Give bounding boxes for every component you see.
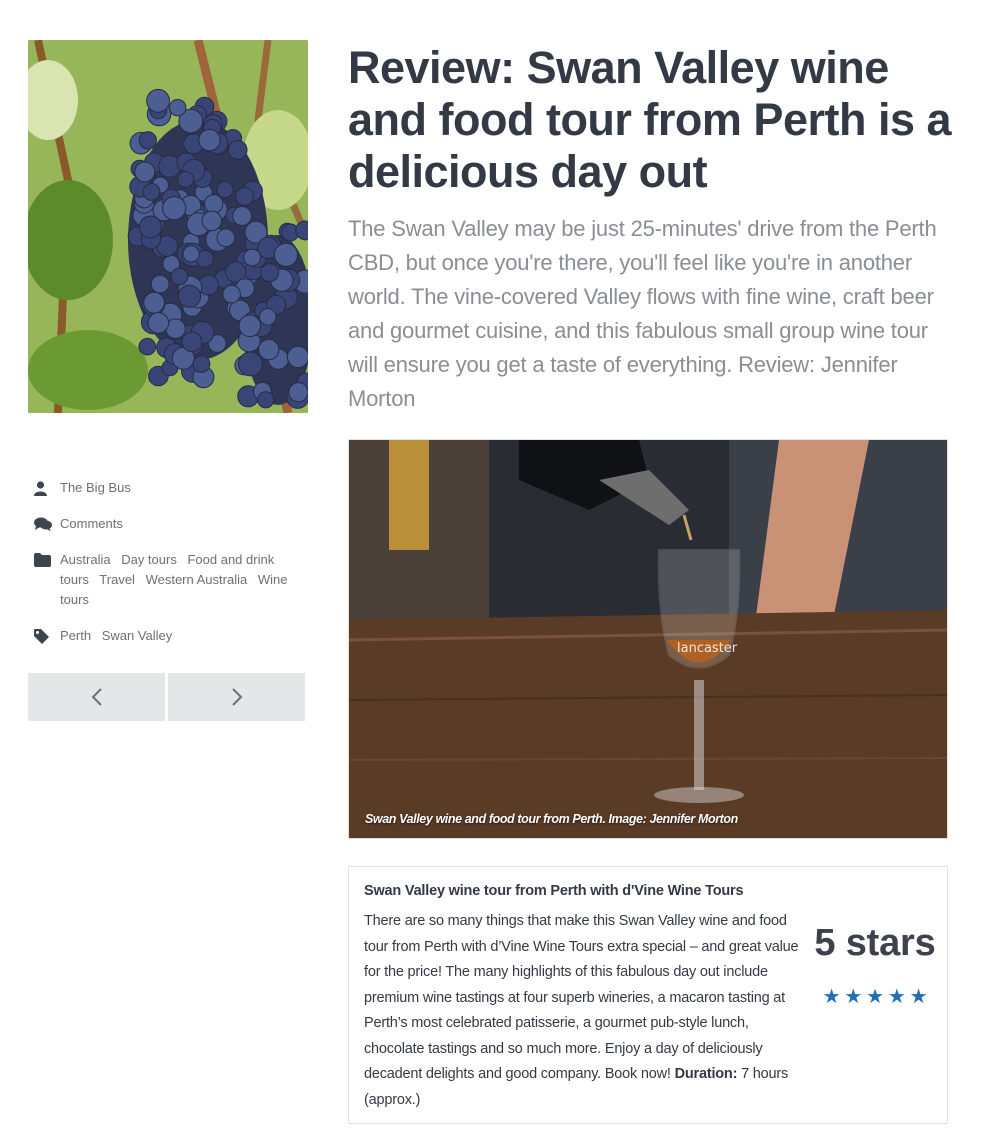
comments-icon [34,514,60,534]
star-icon: ★ [822,986,841,1008]
glass-logo-text: lancaster [677,641,738,656]
author-link[interactable]: The Big Bus [60,480,131,495]
review-summary-box: Swan Valley wine tour from Perth with d'… [348,866,948,1124]
previous-post-button[interactable] [28,673,165,721]
hero-caption: Swan Valley wine and food tour from Pert… [365,812,738,826]
star-icon: ★ [887,986,906,1008]
duration-label: Duration: [674,1066,738,1082]
star-rating: ★ ★ ★ ★ ★ [810,987,940,1007]
review-text: There are so many things that make this … [364,913,799,1082]
next-post-button[interactable] [168,673,305,721]
category-link[interactable]: Day tours [121,552,177,567]
user-icon [34,478,60,498]
tag-link[interactable]: Swan Valley [102,628,173,643]
grapes-thumbnail [28,40,308,413]
category-link[interactable]: Travel [99,572,135,587]
chevron-left-icon [91,688,102,706]
meta-tags: Perth Swan Valley [34,626,306,646]
chevron-right-icon [231,688,242,706]
review-body: 5 stars ★ ★ ★ ★ ★ There are so many things t… [364,909,936,1113]
comments-link[interactable]: Comments [60,516,123,531]
folder-icon [34,550,60,570]
rating-text: 5 stars [814,922,936,964]
meta-categories: Australia Day tours Food and drink tours… [34,550,306,610]
meta-author: The Big Bus [34,478,306,498]
post-navigation [28,673,305,721]
meta-comments: Comments [34,514,306,534]
star-icon: ★ [866,986,884,1008]
star-icon: ★ [909,986,928,1008]
post-meta: The Big Bus Comments Australia Day tours… [34,478,306,662]
category-link[interactable]: Australia [60,552,111,567]
rating-block: 5 stars ★ ★ ★ ★ ★ [810,913,940,1073]
star-icon: ★ [844,986,863,1008]
tag-link[interactable]: Perth [60,628,91,643]
article-lead: The Swan Valley may be just 25-minutes' … [348,216,937,411]
tag-icon [34,626,60,646]
review-title: Swan Valley wine tour from Perth with d'… [364,883,744,899]
hero-image: lancaster Swan Valley wine and food tour… [348,439,948,839]
category-link[interactable]: Western Australia [146,572,248,587]
page-title: Review: Swan Valley wine and food tour f… [348,42,952,197]
